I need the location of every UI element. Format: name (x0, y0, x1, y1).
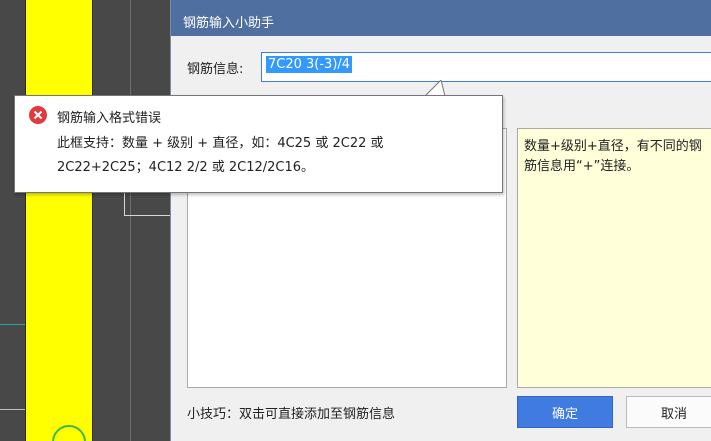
format-help-text: 数量+级别+直径，有不同的钢筋信息用“+”连接。 (524, 139, 702, 174)
error-circle-icon (29, 106, 47, 124)
error-tooltip: 钢筋输入格式错误 此框支持：数量 + 级别 + 直径，如：4C25 或 2C22… (14, 95, 503, 193)
cancel-button-label: 取消 (660, 406, 687, 422)
error-message-line-2: 2C22+2C25；4C12 2/2 或 2C12/2C16。 (57, 160, 315, 175)
rebar-info-value: 7C20 3(-3)/4 (266, 56, 353, 73)
cad-grid-line (130, 0, 131, 441)
yellow-column-element (25, 0, 93, 441)
error-message-line-1: 此框支持：数量 + 级别 + 直径，如：4C25 或 2C22 或 (57, 136, 384, 151)
cancel-button[interactable]: 取消 (626, 396, 711, 428)
cad-cyan-line (0, 324, 25, 325)
rebar-info-row: 钢筋信息: 7C20 3(-3)/4 (187, 52, 711, 82)
cad-white-line (0, 409, 25, 410)
error-title: 钢筋输入格式错误 (57, 111, 162, 126)
ok-button[interactable]: 确定 (517, 396, 613, 428)
rebar-input-dialog: 钢筋输入小助手 钢筋信息: 7C20 3(-3)/4 数量+级别+直径，有不同的… (170, 0, 711, 441)
dialog-title: 钢筋输入小助手 (183, 16, 275, 31)
rebar-info-label: 钢筋信息: (187, 61, 244, 77)
format-help-panel: 数量+级别+直径，有不同的钢筋信息用“+”连接。 (517, 128, 711, 388)
tip-text: 小技巧：双击可直接添加至钢筋信息 (187, 407, 396, 422)
error-message: 此框支持：数量 + 级别 + 直径，如：4C25 或 2C22 或 2C22+2… (57, 132, 497, 180)
dialog-titlebar[interactable]: 钢筋输入小助手 (171, 0, 711, 36)
ok-button-label: 确定 (551, 406, 578, 422)
rebar-info-input[interactable]: 7C20 3(-3)/4 (261, 52, 711, 82)
